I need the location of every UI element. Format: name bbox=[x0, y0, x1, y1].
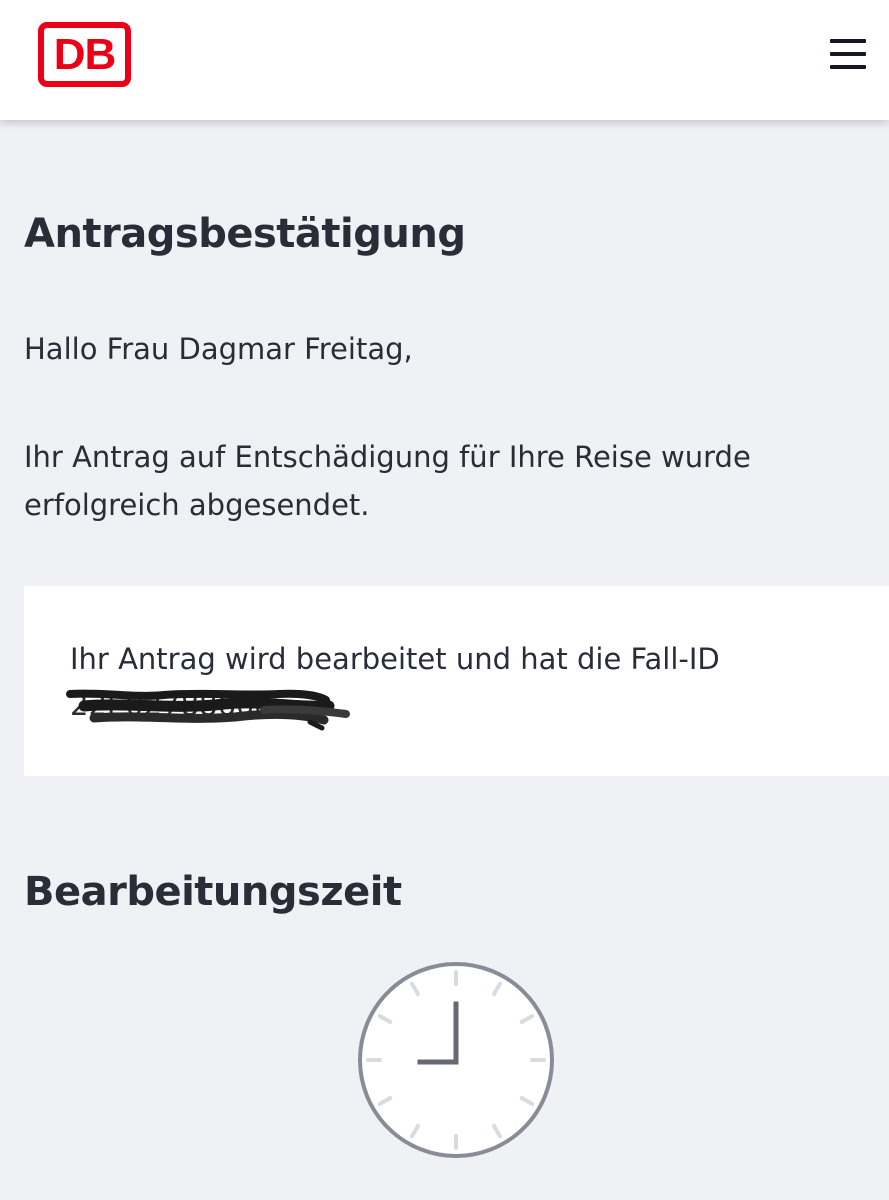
page-header: DB bbox=[0, 0, 889, 120]
redaction-scribble bbox=[66, 689, 350, 731]
menu-bar bbox=[830, 65, 866, 69]
page-title: Antragsbestätigung bbox=[24, 211, 466, 257]
confirmation-message: Ihr Antrag auf Entschädigung für Ihre Re… bbox=[24, 440, 751, 522]
greeting-text: Hallo Frau Dagmar Freitag, bbox=[24, 332, 413, 366]
processing-time-title: Bearbeitungszeit bbox=[24, 869, 402, 915]
db-logo[interactable]: DB bbox=[38, 22, 131, 87]
menu-bar bbox=[830, 52, 866, 56]
clock-icon bbox=[358, 962, 554, 1158]
case-id-card: Ihr Antrag wird bearbeitet und hat die F… bbox=[24, 586, 889, 776]
case-id-text: Ihr Antrag wird bearbeitet und hat die F… bbox=[70, 642, 720, 676]
menu-bar bbox=[830, 39, 866, 43]
hamburger-menu-icon[interactable] bbox=[824, 34, 870, 74]
